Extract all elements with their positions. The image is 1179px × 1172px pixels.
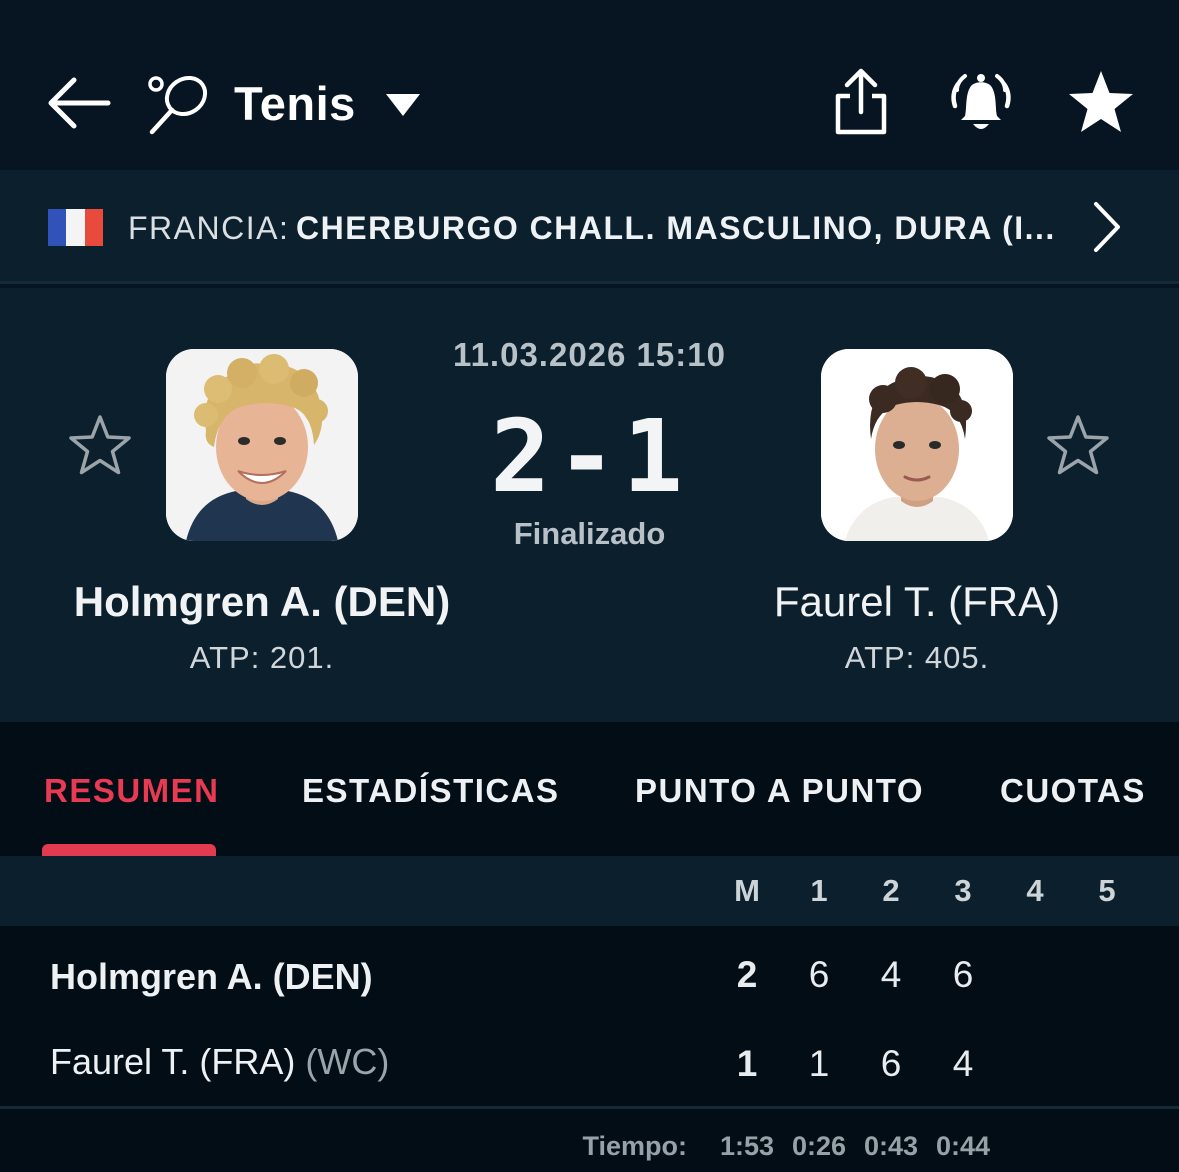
france-flag-icon bbox=[48, 209, 103, 246]
column-header: 4 bbox=[1026, 873, 1044, 908]
away-player-name[interactable]: Faurel T. (FRA) bbox=[687, 578, 1147, 626]
time-value: 0:26 bbox=[791, 1131, 847, 1161]
player-name-text: Faurel T. (FRA) bbox=[50, 1041, 296, 1082]
active-tab-indicator bbox=[42, 844, 216, 856]
away-favorite-star-icon[interactable] bbox=[1046, 414, 1110, 476]
column-header: M bbox=[734, 873, 760, 908]
time-value: 1:53 bbox=[719, 1131, 775, 1161]
away-player-photo[interactable] bbox=[821, 349, 1013, 541]
share-icon[interactable] bbox=[828, 66, 894, 138]
set-score-cell: 1 bbox=[808, 1043, 830, 1084]
set-score-cell: 4 bbox=[952, 1043, 974, 1084]
match-sets-cell: 2 bbox=[736, 954, 758, 995]
column-header: 5 bbox=[1098, 873, 1116, 908]
tennis-racket-icon bbox=[146, 70, 212, 136]
match-header: 11.03.2026 15:10 2-1 Finalizado Holmgren… bbox=[0, 288, 1179, 722]
time-label: Tiempo: bbox=[582, 1131, 687, 1161]
divider bbox=[0, 1106, 1179, 1109]
chevron-right-icon[interactable] bbox=[1090, 200, 1124, 254]
caret-down-icon[interactable] bbox=[384, 92, 422, 118]
wildcard-tag: (WC) bbox=[305, 1041, 390, 1082]
tab-punto-a-punto[interactable]: PUNTO A PUNTO bbox=[635, 772, 924, 810]
time-value: 0:43 bbox=[863, 1131, 919, 1161]
home-player-name[interactable]: Holmgren A. (DEN) bbox=[32, 578, 492, 626]
column-header: 1 bbox=[810, 873, 828, 908]
star-filled-icon[interactable] bbox=[1066, 68, 1136, 136]
league-name: CHERBURGO CHALL. MASCULINO, DURA (I... bbox=[296, 210, 1056, 246]
tab-estadisticas[interactable]: ESTADÍSTICAS bbox=[302, 772, 560, 810]
away-player-rank: ATP: 405. bbox=[844, 640, 990, 675]
set-score-cell: 6 bbox=[952, 954, 974, 995]
match-sets-cell: 1 bbox=[736, 1043, 758, 1084]
column-header: 3 bbox=[954, 873, 972, 908]
set-score-cell: 4 bbox=[880, 954, 902, 995]
player-name-text: Holmgren A. (DEN) bbox=[50, 956, 373, 997]
tab-cuotas[interactable]: CUOTAS bbox=[1000, 772, 1146, 810]
league-bar[interactable]: FRANCIA: CHERBURGO CHALL. MASCULINO, DUR… bbox=[0, 170, 1179, 284]
scoreboard: Holmgren A. (DEN) 2 6 4 6 Faurel T. (FRA… bbox=[0, 926, 1179, 1172]
tab-bar: RESUMEN ESTADÍSTICAS PUNTO A PUNTO CUOTA… bbox=[0, 722, 1179, 856]
column-header: 2 bbox=[882, 873, 900, 908]
back-arrow-icon[interactable] bbox=[44, 70, 112, 136]
set-score-cell: 6 bbox=[880, 1043, 902, 1084]
set-score-cell: 6 bbox=[808, 954, 830, 995]
scoreboard-header: M 1 2 3 4 5 bbox=[0, 856, 1179, 926]
sport-title[interactable]: Tenis bbox=[234, 76, 356, 131]
row-player-name: Holmgren A. (DEN) bbox=[50, 956, 373, 998]
tab-resumen[interactable]: RESUMEN bbox=[44, 772, 220, 810]
top-bar: Tenis bbox=[0, 0, 1179, 168]
league-country: FRANCIA: bbox=[128, 210, 290, 246]
row-player-name: Faurel T. (FRA) (WC) bbox=[50, 1041, 389, 1083]
bell-icon[interactable] bbox=[945, 68, 1017, 136]
time-value: 0:44 bbox=[935, 1131, 991, 1161]
home-player-rank: ATP: 201. bbox=[189, 640, 335, 675]
